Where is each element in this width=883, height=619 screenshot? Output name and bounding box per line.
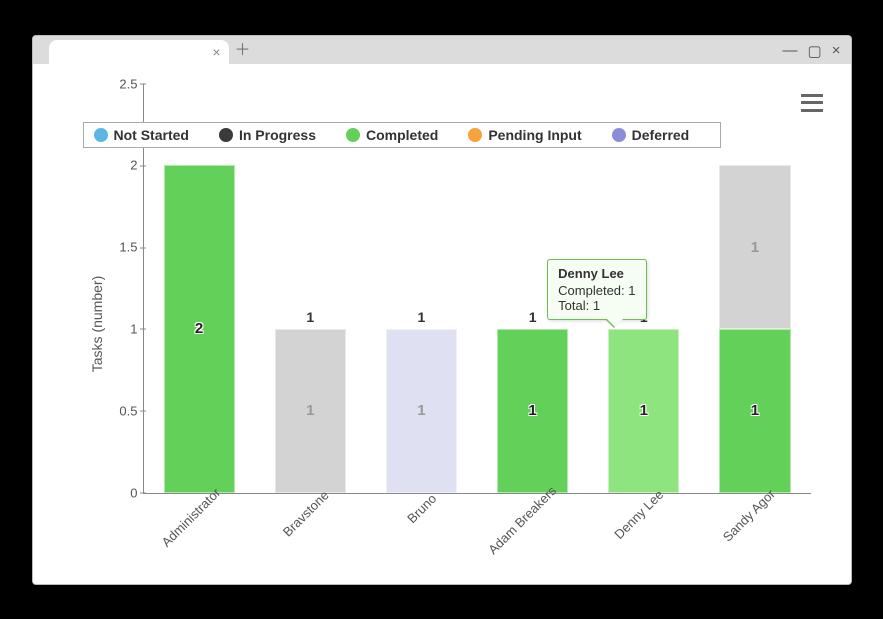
bar[interactable]: 2 [164,165,235,492]
legend-label: Not Started [114,127,189,143]
content-area: Tasks (number) Not Started In Progress Com… [33,64,851,584]
bar-segment[interactable]: 1 [608,329,679,493]
legend-swatch [346,128,360,142]
close-icon[interactable]: × [832,42,841,60]
browser-window: × ＋ — ▢ × Tasks (number) Not Started In P… [32,35,852,585]
y-tick: 0.5 [104,403,138,418]
x-tick-label: Bruno [405,490,440,525]
bar-segment[interactable]: 1 [719,329,790,493]
legend-label: In Progress [239,127,316,143]
segment-value: 1 [640,402,648,419]
bar-total-label: 1 [275,309,346,325]
bar-segment[interactable]: 1 [386,329,457,493]
tooltip-title: Denny Lee [558,266,635,281]
y-tick: 1.5 [104,240,138,255]
bar-segment[interactable]: 1 [719,165,790,329]
bar-segment[interactable]: 2 [164,165,235,492]
minimize-icon[interactable]: — [783,42,798,60]
tooltip-line-completed: Completed: 1 [558,283,635,298]
legend-item[interactable]: Pending Input [468,127,581,143]
segment-value: 1 [417,402,425,419]
x-tick-label: Adam Breakers [485,483,559,557]
legend-item[interactable]: Not Started [94,127,189,143]
legend-item[interactable]: Completed [346,127,438,143]
legend-swatch [94,128,108,142]
bar[interactable]: 1 [497,329,568,493]
y-axis-label: Tasks (number) [89,275,105,371]
legend-label: Pending Input [488,127,581,143]
bar[interactable]: 1 [608,329,679,493]
bar[interactable]: 1 [275,329,346,493]
x-tick-label: Denny Lee [611,486,666,541]
window-controls: — ▢ × [783,42,841,60]
new-tab-icon[interactable]: ＋ [235,36,251,60]
segment-value: 1 [751,402,759,419]
bar[interactable]: 1 [386,329,457,493]
y-tick: 0 [104,485,138,500]
legend-swatch [219,128,233,142]
x-tick-label: Bravstone [280,487,332,539]
browser-tab[interactable]: × [49,40,229,64]
legend: Not Started In Progress Completed Pending I… [83,122,721,148]
bar-segment[interactable]: 1 [275,329,346,493]
bar[interactable]: 11 [719,165,790,492]
chart: Tasks (number) Not Started In Progress Com… [43,74,841,574]
legend-label: Completed [366,127,438,143]
legend-item[interactable]: Deferred [612,127,690,143]
y-tick: 2 [104,158,138,173]
legend-item[interactable]: In Progress [219,127,316,143]
tooltip: Denny Lee Completed: 1 Total: 1 [547,259,646,320]
segment-value: 1 [751,239,759,256]
legend-label: Deferred [632,127,690,143]
segment-value: 2 [195,320,203,337]
y-tick: 1 [104,321,138,336]
x-tick-label: Sandy Agor [720,486,778,544]
y-tick: 2.5 [104,76,138,91]
maximize-icon[interactable]: ▢ [808,42,822,60]
tab-close-icon[interactable]: × [212,44,220,60]
bar-total-label: 1 [386,309,457,325]
legend-swatch [612,128,626,142]
bar-segment[interactable]: 1 [497,329,568,493]
legend-swatch [468,128,482,142]
x-tick-label: Administrator [159,484,224,549]
segment-value: 1 [306,402,314,419]
tooltip-line-total: Total: 1 [558,298,635,313]
segment-value: 1 [528,402,536,419]
titlebar: × ＋ — ▢ × [33,36,851,64]
